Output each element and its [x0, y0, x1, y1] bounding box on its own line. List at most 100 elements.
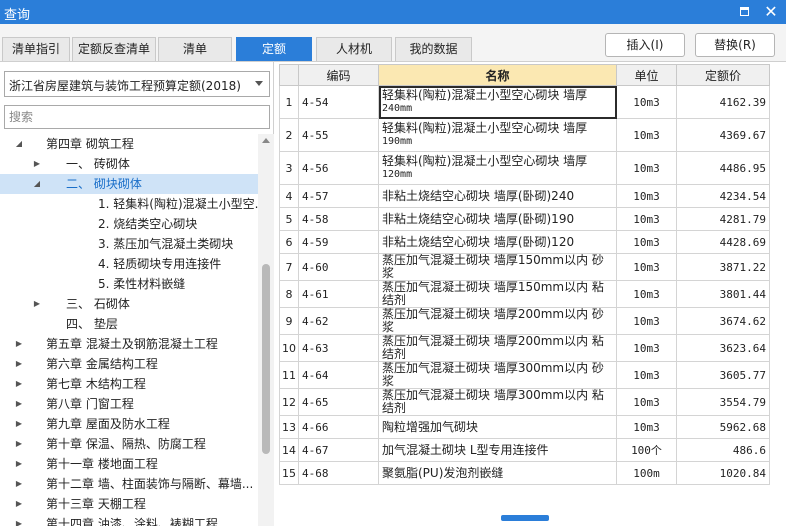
quota-library-select[interactable]: 浙江省房屋建筑与装饰工程预算定额(2018) — [4, 71, 270, 97]
unit-cell[interactable]: 10m3 — [616, 184, 677, 208]
unit-cell[interactable]: 10m3 — [616, 388, 677, 416]
expand-arrow-icon[interactable]: ▶ — [14, 434, 24, 454]
tree-item[interactable]: 1. 轻集料(陶粒)混凝土小型空... — [0, 194, 258, 214]
code-cell[interactable]: 4-57 — [298, 184, 379, 208]
code-cell[interactable]: 4-59 — [298, 230, 379, 254]
table-row[interactable]: 9 4-62 蒸压加气混凝土砌块 墙厚200mm以内 砂浆 10m3 3674.62 — [279, 307, 770, 335]
name-cell[interactable]: 蒸压加气混凝土砌块 墙厚150mm以内 砂浆 — [378, 253, 617, 281]
code-cell[interactable]: 4-68 — [298, 461, 379, 485]
tree-scrollbar[interactable] — [258, 134, 274, 526]
code-cell[interactable]: 4-67 — [298, 438, 379, 462]
tab-quota-reverse-lookup[interactable]: 定额反查清单 — [72, 37, 156, 61]
unit-cell[interactable]: 100m — [616, 461, 677, 485]
tree-item[interactable]: ▶ 三、 石砌体 — [0, 294, 258, 314]
name-cell[interactable]: 蒸压加气混凝土砌块 墙厚150mm以内 粘结剂 — [378, 280, 617, 308]
price-cell[interactable]: 1020.84 — [676, 461, 770, 485]
expand-arrow-icon[interactable]: ▶ — [14, 334, 24, 354]
name-cell[interactable]: 聚氨脂(PU)发泡剂嵌缝 — [378, 461, 617, 485]
price-cell[interactable]: 4428.69 — [676, 230, 770, 254]
replace-button[interactable]: 替换(R) — [695, 33, 775, 57]
unit-cell[interactable]: 10m3 — [616, 361, 677, 389]
row-index-cell[interactable]: 10 — [279, 334, 299, 362]
expand-arrow-icon[interactable]: ▶ — [32, 294, 42, 314]
tab-my-data[interactable]: 我的数据 — [395, 37, 472, 61]
expand-arrow-icon[interactable]: ▶ — [14, 414, 24, 434]
price-cell[interactable]: 3605.77 — [676, 361, 770, 389]
tab-quota[interactable]: 定额 — [236, 37, 312, 61]
row-index-cell[interactable]: 3 — [279, 151, 299, 185]
code-cell[interactable]: 4-62 — [298, 307, 379, 335]
code-column-header[interactable]: 编码 — [298, 64, 379, 86]
table-row[interactable]: 2 4-55 轻集料(陶粒)混凝土小型空心砌块 墙厚 190mm 10m3 4369.67 — [279, 118, 770, 152]
code-cell[interactable]: 4-54 — [298, 85, 379, 119]
price-cell[interactable]: 4281.79 — [676, 207, 770, 231]
table-row[interactable]: 5 4-58 非粘土烧结空心砌块 墙厚(卧砌)190 10m3 4281.79 — [279, 207, 770, 231]
table-row[interactable]: 12 4-65 蒸压加气混凝土砌块 墙厚300mm以内 粘结剂 10m3 3554.79 — [279, 388, 770, 416]
tab-list-guide[interactable]: 清单指引 — [2, 37, 70, 61]
tree-item[interactable]: 3. 蒸压加气混凝土类砌块 — [0, 234, 258, 254]
price-cell[interactable]: 4234.54 — [676, 184, 770, 208]
table-row[interactable]: 6 4-59 非粘土烧结空心砌块 墙厚(卧砌)120 10m3 4428.69 — [279, 230, 770, 254]
table-row[interactable]: 8 4-61 蒸压加气混凝土砌块 墙厚150mm以内 粘结剂 10m3 3801.44 — [279, 280, 770, 308]
tree-item[interactable]: ◢ 二、 砌块砌体 — [0, 174, 258, 194]
row-index-cell[interactable]: 1 — [279, 85, 299, 119]
code-cell[interactable]: 4-55 — [298, 118, 379, 152]
unit-cell[interactable]: 10m3 — [616, 118, 677, 152]
row-index-cell[interactable]: 14 — [279, 438, 299, 462]
price-cell[interactable]: 4486.95 — [676, 151, 770, 185]
collapse-arrow-icon[interactable]: ◢ — [32, 174, 42, 194]
tree-item[interactable]: ▶ 第十三章 天棚工程 — [0, 494, 258, 514]
tab-bill-list[interactable]: 清单 — [158, 37, 232, 61]
code-cell[interactable]: 4-64 — [298, 361, 379, 389]
row-index-cell[interactable]: 4 — [279, 184, 299, 208]
expand-arrow-icon[interactable]: ▶ — [14, 474, 24, 494]
price-cell[interactable]: 4369.67 — [676, 118, 770, 152]
tree-item[interactable]: ▶ 第五章 混凝土及钢筋混凝土工程 — [0, 334, 258, 354]
tree-item[interactable]: ▶ 第七章 木结构工程 — [0, 374, 258, 394]
collapse-arrow-icon[interactable]: ◢ — [14, 134, 24, 154]
name-cell[interactable]: 轻集料(陶粒)混凝土小型空心砌块 墙厚 120mm — [378, 151, 617, 185]
unit-cell[interactable]: 10m3 — [616, 415, 677, 439]
name-cell[interactable]: 非粘土烧结空心砌块 墙厚(卧砌)120 — [378, 230, 617, 254]
unit-cell[interactable]: 10m3 — [616, 253, 677, 281]
code-cell[interactable]: 4-58 — [298, 207, 379, 231]
maximize-icon[interactable] — [735, 3, 753, 21]
unit-cell[interactable]: 10m3 — [616, 207, 677, 231]
name-cell[interactable]: 非粘土烧结空心砌块 墙厚(卧砌)240 — [378, 184, 617, 208]
name-cell[interactable]: 加气混凝土砌块 L型专用连接件 — [378, 438, 617, 462]
table-row[interactable]: 1 4-54 轻集料(陶粒)混凝土小型空心砌块 墙厚 240mm 10m3 4162.39 — [279, 85, 770, 119]
expand-arrow-icon[interactable]: ▶ — [32, 154, 42, 174]
scrollbar-thumb[interactable] — [262, 264, 270, 454]
table-row[interactable]: 15 4-68 聚氨脂(PU)发泡剂嵌缝 100m 1020.84 — [279, 461, 770, 485]
name-column-header[interactable]: 名称 — [378, 64, 617, 86]
tree-item[interactable]: ▶ 第九章 屋面及防水工程 — [0, 414, 258, 434]
unit-cell[interactable]: 10m3 — [616, 85, 677, 119]
unit-cell[interactable]: 10m3 — [616, 151, 677, 185]
row-index-cell[interactable]: 8 — [279, 280, 299, 308]
expand-arrow-icon[interactable]: ▶ — [14, 354, 24, 374]
unit-cell[interactable]: 10m3 — [616, 334, 677, 362]
price-cell[interactable]: 4162.39 — [676, 85, 770, 119]
table-row[interactable]: 11 4-64 蒸压加气混凝土砌块 墙厚300mm以内 砂浆 10m3 3605.77 — [279, 361, 770, 389]
row-index-cell[interactable]: 11 — [279, 361, 299, 389]
table-row[interactable]: 10 4-63 蒸压加气混凝土砌块 墙厚200mm以内 粘结剂 10m3 3623.64 — [279, 334, 770, 362]
price-cell[interactable]: 5962.68 — [676, 415, 770, 439]
name-cell[interactable]: 陶粒增强加气砌块 — [378, 415, 617, 439]
tree-item[interactable]: 4. 轻质砌块专用连接件 — [0, 254, 258, 274]
tree-item[interactable]: ▶ 第十二章 墙、柱面装饰与隔断、幕墙... — [0, 474, 258, 494]
tree-item[interactable]: 2. 烧结类空心砌块 — [0, 214, 258, 234]
tree-item[interactable]: ◢ 第四章 砌筑工程 — [0, 134, 258, 154]
close-icon[interactable]: ✕ — [762, 3, 780, 21]
name-cell[interactable]: 轻集料(陶粒)混凝土小型空心砌块 墙厚 240mm — [378, 85, 617, 119]
tree-item[interactable]: 5. 柔性材料嵌缝 — [0, 274, 258, 294]
name-cell[interactable]: 蒸压加气混凝土砌块 墙厚300mm以内 砂浆 — [378, 361, 617, 389]
row-index-cell[interactable]: 13 — [279, 415, 299, 439]
tree-item[interactable]: ▶ 第十一章 楼地面工程 — [0, 454, 258, 474]
expand-arrow-icon[interactable]: ▶ — [14, 454, 24, 474]
scroll-up-icon[interactable] — [262, 138, 270, 143]
code-cell[interactable]: 4-56 — [298, 151, 379, 185]
row-index-cell[interactable]: 6 — [279, 230, 299, 254]
code-cell[interactable]: 4-63 — [298, 334, 379, 362]
price-cell[interactable]: 3674.62 — [676, 307, 770, 335]
row-index-cell[interactable]: 2 — [279, 118, 299, 152]
